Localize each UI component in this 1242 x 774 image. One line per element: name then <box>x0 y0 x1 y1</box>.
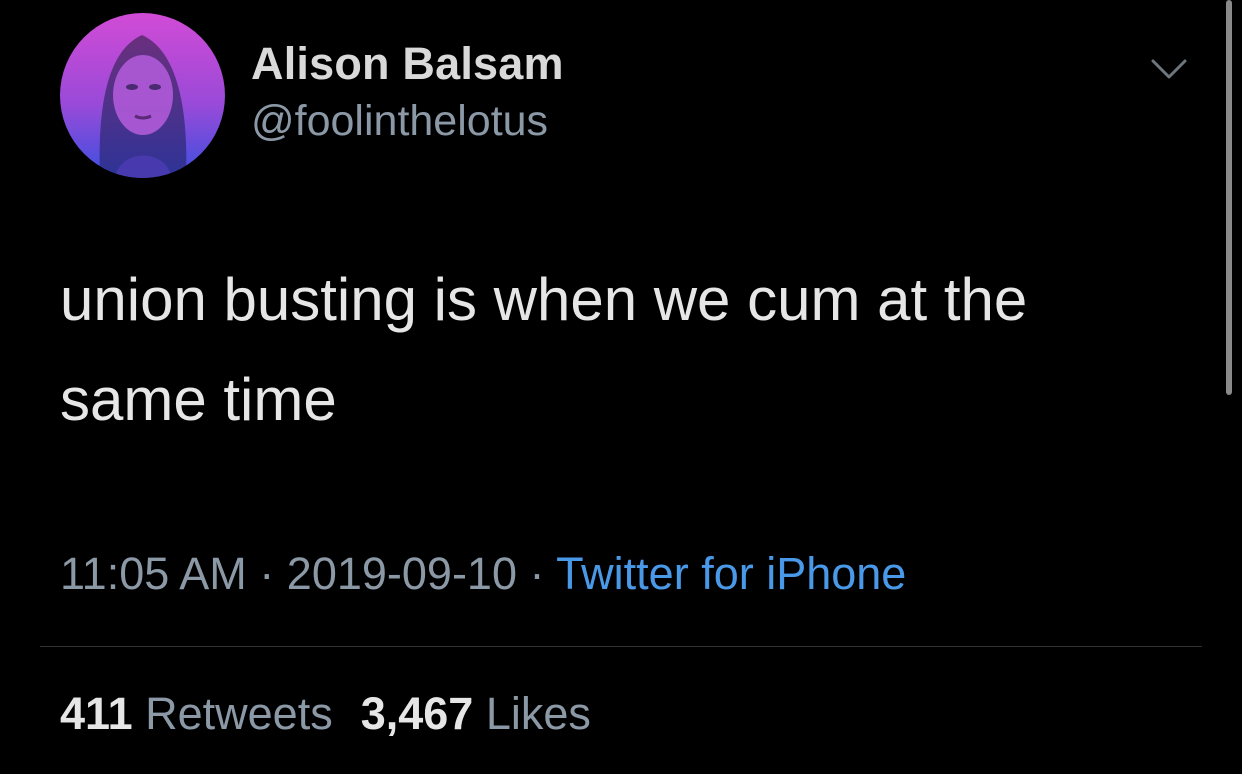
retweets-label: Retweets <box>145 688 333 739</box>
tweet-metadata: 11:05 AM · 2019-09-10 · Twitter for iPho… <box>60 548 906 600</box>
likes-count: 3,467 <box>360 688 474 739</box>
avatar-image <box>60 13 225 178</box>
likes-stat[interactable]: 3,467 Likes <box>361 688 591 739</box>
scrollbar[interactable] <box>1226 0 1232 395</box>
likes-label: Likes <box>485 688 591 739</box>
tweet-text: union busting is when we cum at the same… <box>60 266 1028 433</box>
tweet-time: 11:05 AM <box>60 548 247 599</box>
chevron-down-icon[interactable] <box>1150 56 1188 82</box>
engagement-stats: 411 Retweets 3,467 Likes <box>60 688 591 740</box>
tweet-source-link[interactable]: Twitter for iPhone <box>556 548 906 599</box>
avatar[interactable] <box>60 13 225 178</box>
user-handle[interactable]: @foolinthelotus <box>251 97 548 146</box>
retweets-stat[interactable]: 411 Retweets <box>60 688 333 739</box>
meta-separator: · <box>246 548 287 599</box>
retweets-count: 411 <box>60 688 133 739</box>
tweet-view: Alison Balsam @foolinthelotus union bust… <box>0 0 1242 774</box>
divider <box>40 646 1202 647</box>
meta-separator: · <box>516 548 557 599</box>
tweet-date: 2019-09-10 <box>286 548 517 599</box>
display-name[interactable]: Alison Balsam <box>251 38 564 90</box>
